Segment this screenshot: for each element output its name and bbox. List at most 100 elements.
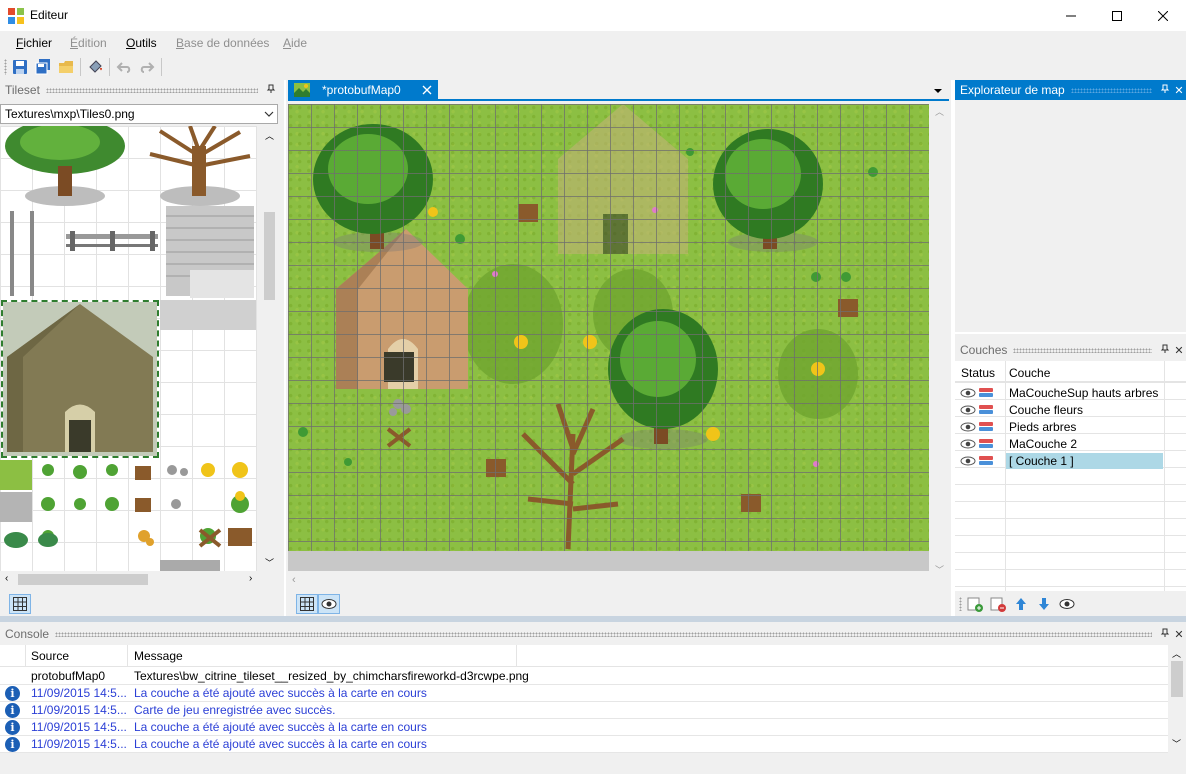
console-row[interactable]: protobufMap0 Textures\bw_citrine_tileset… [0, 668, 1168, 685]
fill-button[interactable] [86, 58, 104, 76]
console-row[interactable]: i 11/09/2015 14:5... La couche a été ajo… [0, 685, 1168, 702]
scroll-thumb[interactable] [18, 574, 148, 585]
map-visibility-toggle[interactable] [318, 594, 340, 614]
map-grid-toggle[interactable] [296, 594, 318, 614]
menu-outils[interactable]: Outils [126, 36, 157, 50]
scroll-right-icon[interactable]: › [249, 573, 252, 584]
minimize-icon [1066, 15, 1076, 16]
scroll-down-icon[interactable]: ﹀ [1172, 737, 1181, 750]
console-message: La couche a été ajouté avec succès à la … [134, 686, 427, 700]
console-row[interactable]: i 11/09/2015 14:5... La couche a été ajo… [0, 719, 1168, 736]
menu-aide[interactable]: Aide [283, 36, 307, 50]
info-icon: i [5, 703, 20, 718]
scroll-up-icon[interactable]: ︿ [1172, 647, 1181, 660]
console-row[interactable]: i 11/09/2015 14:5... La couche a été ajo… [0, 736, 1168, 753]
tileset-canvas[interactable] [0, 126, 257, 571]
scroll-thumb[interactable] [1171, 661, 1183, 697]
column-divider [1164, 361, 1165, 591]
toolbar-grip[interactable] [959, 597, 962, 611]
eye-icon[interactable] [960, 421, 976, 433]
pin-icon[interactable] [1158, 628, 1172, 641]
menu-edition[interactable]: Édition [70, 36, 107, 50]
arrow-up-icon [1016, 598, 1026, 610]
layer-name: MaCoucheSup hauts arbres [1009, 385, 1159, 400]
layer-row[interactable]: Pieds arbres [957, 418, 1163, 435]
tileset-path-select[interactable]: Textures\mxp\Tiles0.png [0, 104, 278, 124]
pin-icon[interactable] [1158, 84, 1172, 97]
eye-icon[interactable] [960, 404, 976, 416]
tileset-panel-header: Tileset [0, 80, 284, 100]
redo-button[interactable] [138, 58, 156, 76]
pin-icon[interactable] [1158, 344, 1172, 357]
layers-col-layer[interactable]: Couche [1009, 366, 1050, 380]
tileset-hscrollbar[interactable]: ‹ › [0, 571, 261, 588]
map-vscrollbar[interactable]: ︿ ﹀ [931, 101, 949, 579]
console-message: La couche a été ajouté avec succès à la … [134, 737, 427, 751]
scroll-down-icon[interactable]: ﹀ [935, 563, 944, 576]
menu-base-de-donnees[interactable]: Base de données [176, 36, 269, 50]
open-folder-button[interactable] [57, 58, 75, 76]
close-icon[interactable]: ✕ [1172, 344, 1186, 357]
explorer-title: Explorateur de map [960, 83, 1065, 97]
pin-icon[interactable] [264, 84, 278, 97]
tab-list-button[interactable] [932, 85, 944, 99]
layer-stack-icon [979, 387, 993, 397]
menu-aide-mnemonic: A [283, 36, 292, 50]
arrow-down-icon [1039, 598, 1049, 610]
eye-icon[interactable] [960, 438, 976, 450]
menu-fichier-label: ichier [23, 36, 53, 50]
scroll-up-icon[interactable]: ︿ [935, 105, 944, 118]
close-icon[interactable]: ✕ [1172, 84, 1186, 97]
tab-protobufmap0[interactable]: *protobufMap0 [288, 80, 438, 100]
eye-icon[interactable] [960, 455, 976, 467]
console-vscrollbar[interactable]: ︿ ﹀ [1168, 645, 1186, 753]
move-layer-down-button[interactable] [1037, 596, 1051, 615]
console-source: protobufMap0 [31, 669, 106, 683]
layer-stack-icon [979, 438, 993, 448]
layer-name: [ Couche 1 ] [1006, 452, 1163, 469]
layers-col-status[interactable]: Status [961, 366, 995, 380]
scroll-left-icon[interactable]: ‹ [292, 574, 296, 586]
column-divider [516, 645, 517, 667]
eye-icon[interactable] [960, 387, 976, 399]
save-all-button[interactable] [34, 58, 52, 76]
undo-button[interactable] [115, 58, 133, 76]
info-icon: i [5, 686, 20, 701]
close-button[interactable] [1140, 0, 1186, 31]
eye-icon [321, 599, 337, 609]
layer-row-selected[interactable]: [ Couche 1 ] [957, 452, 1163, 469]
remove-layer-button[interactable] [990, 596, 1006, 615]
remove-layer-icon [990, 597, 1006, 612]
console-col-source[interactable]: Source [31, 649, 69, 663]
console-row[interactable]: i 11/09/2015 14:5... Carte de jeu enregi… [0, 702, 1168, 719]
layer-stack-icon [979, 421, 993, 431]
maximize-button[interactable] [1094, 0, 1140, 31]
scroll-thumb[interactable] [264, 212, 275, 300]
map-hscrollbar[interactable]: ‹ [288, 573, 931, 589]
scroll-left-icon[interactable]: ‹ [5, 573, 8, 584]
move-layer-up-button[interactable] [1014, 596, 1028, 615]
console-col-message[interactable]: Message [134, 649, 183, 663]
toolbar-grip[interactable] [4, 59, 7, 75]
scroll-down-icon[interactable]: ﹀ [265, 556, 274, 569]
console-source: 11/09/2015 14:5... [31, 686, 126, 700]
scroll-up-icon[interactable]: ︿ [265, 129, 274, 142]
toggle-visibility-button[interactable] [1059, 598, 1075, 613]
add-layer-button[interactable] [967, 596, 983, 615]
tab-close-icon[interactable] [422, 85, 432, 95]
close-icon[interactable]: ✕ [1172, 628, 1186, 641]
map-scene [298, 104, 878, 550]
layers-title: Couches [960, 343, 1008, 357]
tileset-grid-toggle[interactable] [9, 594, 31, 614]
menu-edition-mnemonic: É [70, 36, 79, 50]
tileset-vscrollbar[interactable]: ︿ ﹀ [261, 126, 278, 571]
save-button[interactable] [11, 58, 29, 76]
layer-row[interactable]: MaCouche 2 [957, 435, 1163, 452]
layer-row[interactable]: MaCoucheSup hauts arbres [957, 384, 1163, 401]
maximize-icon [1112, 10, 1122, 21]
map-canvas[interactable] [288, 104, 929, 551]
menu-fichier[interactable]: Fichier [16, 36, 52, 50]
layer-row[interactable]: Couche fleurs [957, 401, 1163, 418]
status-bar [0, 753, 1186, 774]
minimize-button[interactable] [1048, 0, 1094, 31]
